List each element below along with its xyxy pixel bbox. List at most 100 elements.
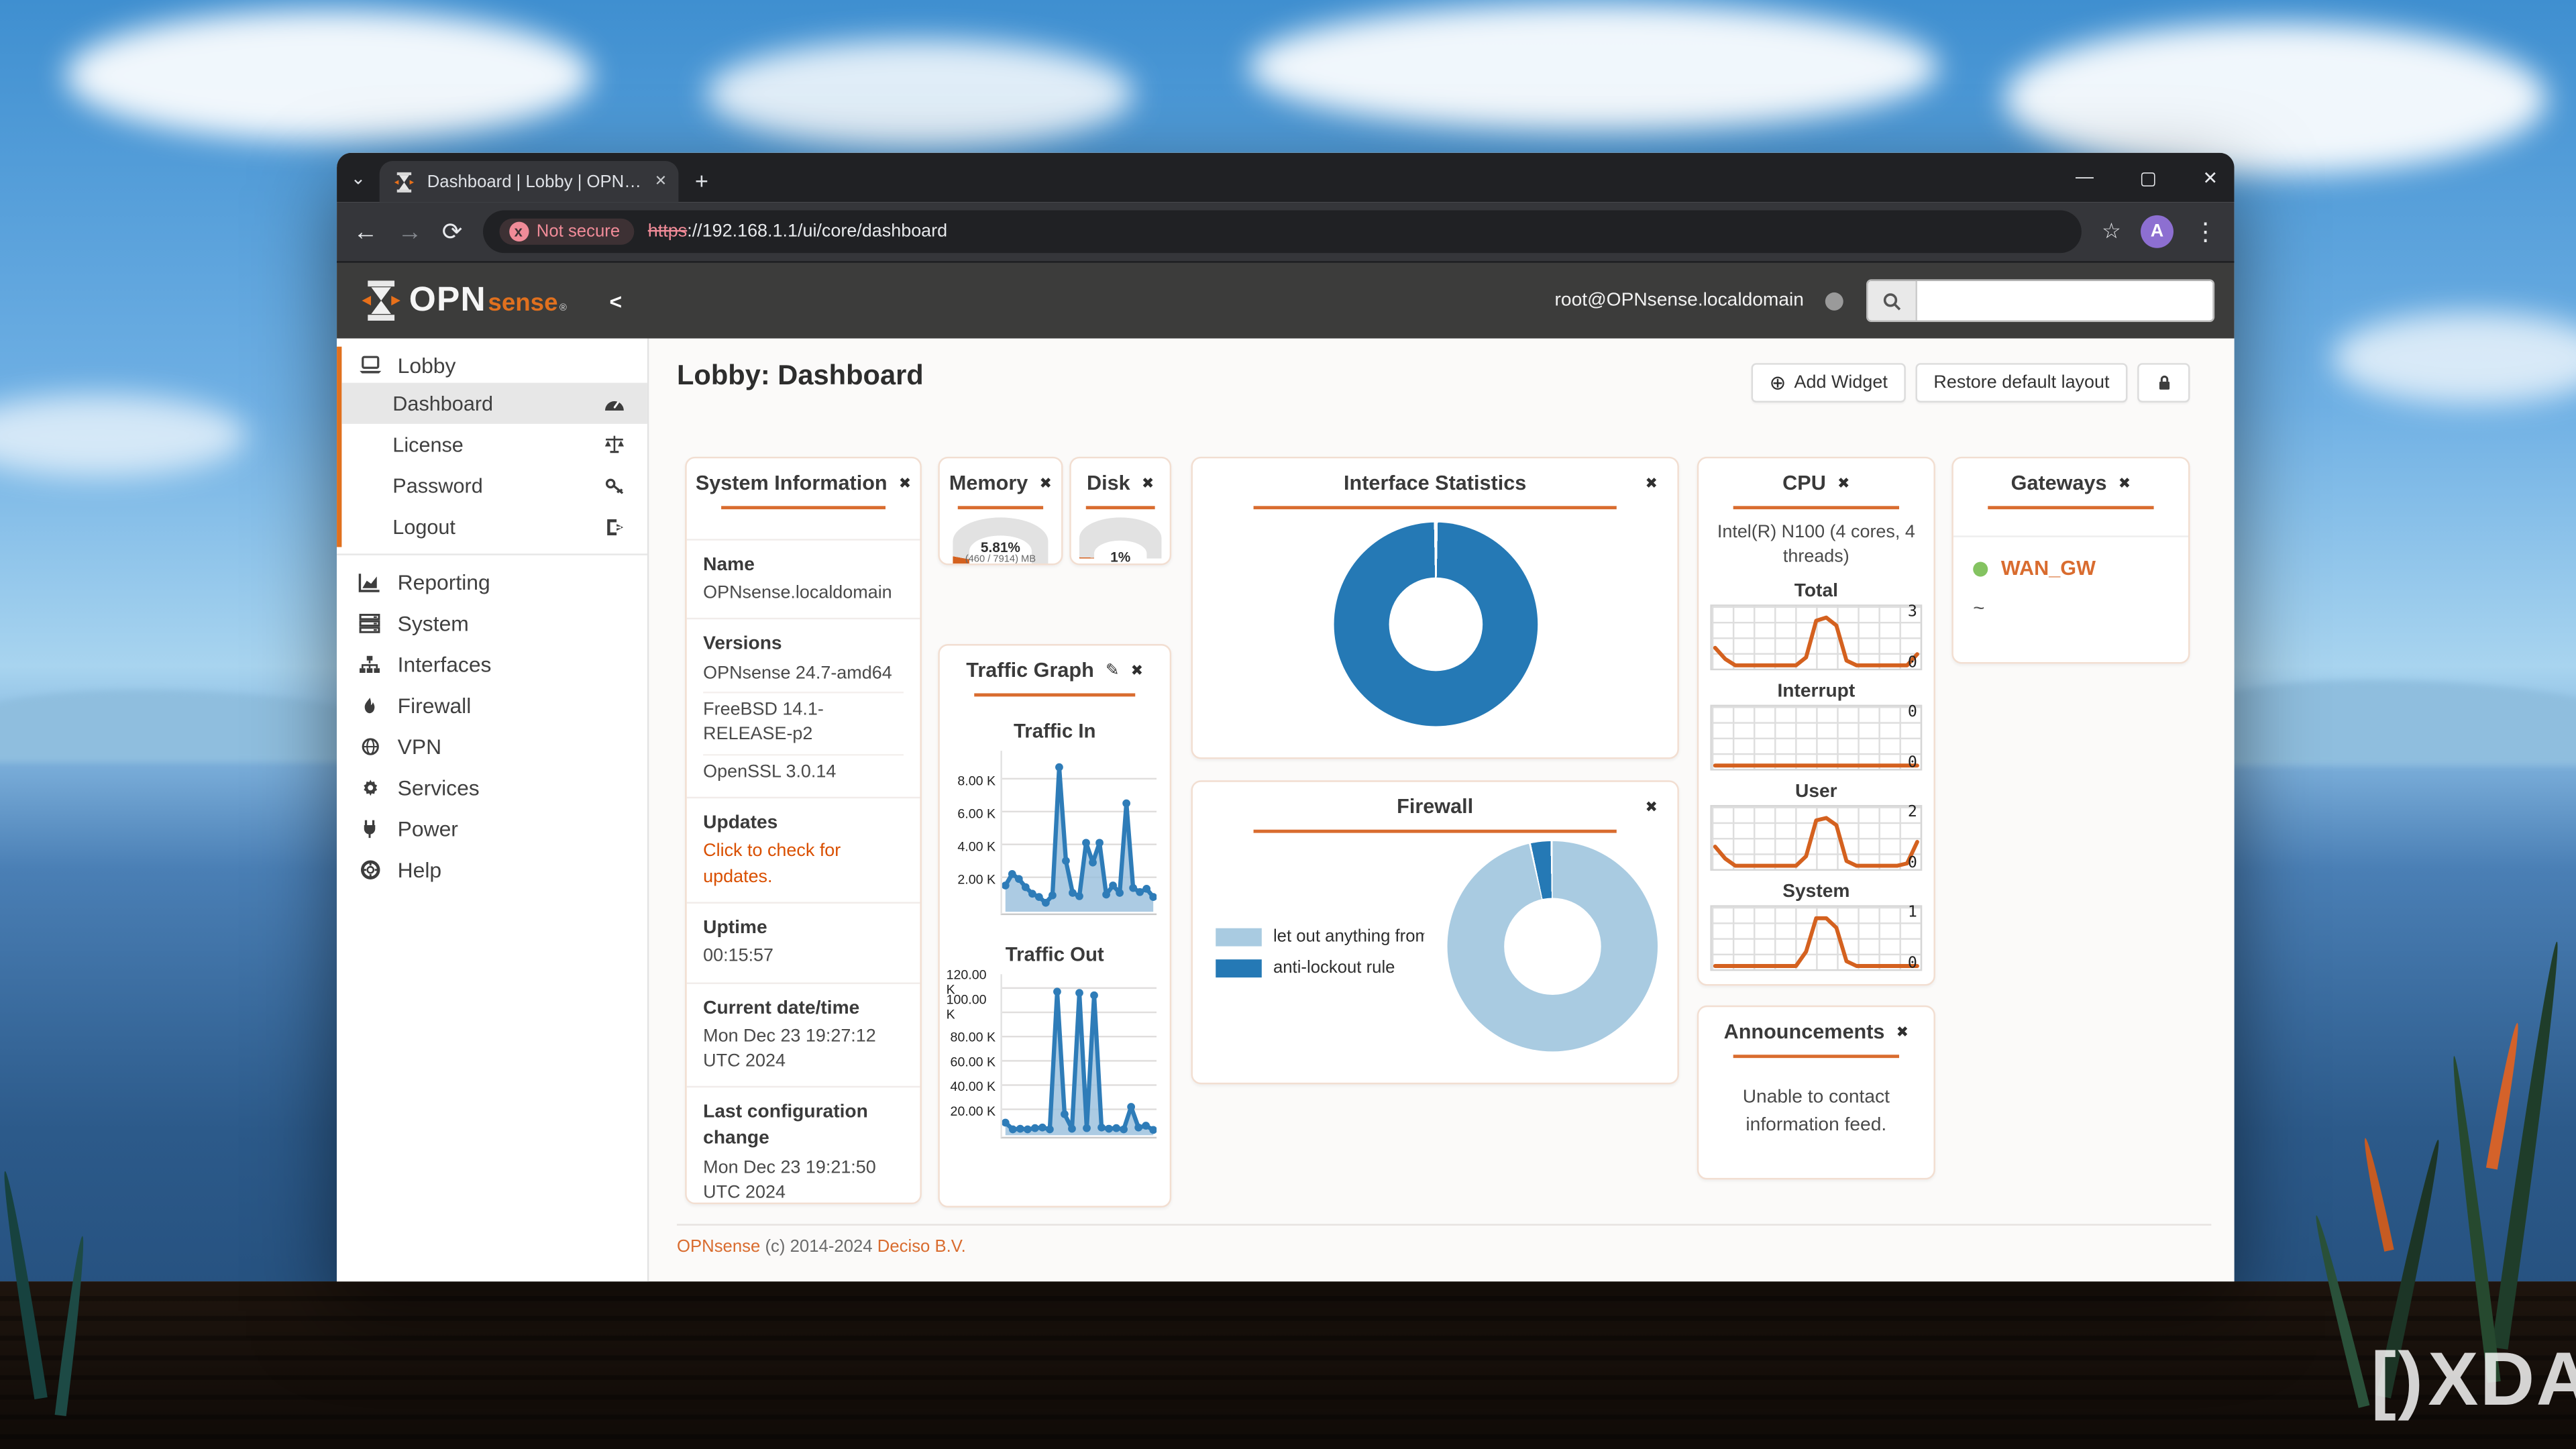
window-close-button[interactable]: ✕ <box>2203 167 2218 188</box>
browser-tab[interactable]: Dashboard | Lobby | OPNsense ✕ <box>379 160 679 203</box>
area-chart-icon <box>356 572 382 593</box>
cpu-section-title: Total <box>1794 581 1838 601</box>
disk-percent: 1% <box>1110 548 1131 566</box>
widget-memory: Memory ✖ 5.81% (460 / 7914) MB <box>938 456 1063 566</box>
traffic-in-title: Traffic In <box>1013 719 1096 743</box>
check-updates-link[interactable]: Click to check for updates. <box>703 840 904 890</box>
sitemap-icon <box>356 654 382 676</box>
xda-watermark: [) XDA <box>2371 1336 2576 1421</box>
cpu-section-title: System <box>1782 881 1850 902</box>
laptop-icon <box>356 355 382 374</box>
widget-title: Interface Statistics <box>1344 471 1527 495</box>
tab-title: Dashboard | Lobby | OPNsense <box>427 171 645 192</box>
tab-close-icon[interactable]: ✕ <box>655 172 667 191</box>
deciso-link[interactable]: Deciso B.V. <box>877 1237 966 1256</box>
cpu-user-chart: 20 <box>1710 803 1923 872</box>
tab-search-chevron-icon[interactable]: ⌄ <box>337 168 380 202</box>
sidebar-item-reporting[interactable]: Reporting <box>337 562 647 603</box>
gateway-detail: ~ <box>1973 596 1985 620</box>
sidebar: Lobby Dashboard License Password Logout … <box>337 338 649 1282</box>
sidebar-collapse-icon[interactable]: < <box>610 288 623 313</box>
back-icon[interactable]: ← <box>354 217 378 246</box>
add-widget-button[interactable]: ⊕ Add Widget <box>1751 363 1906 402</box>
bookmark-star-icon[interactable]: ☆ <box>2102 219 2121 245</box>
sidebar-item-label: Password <box>392 474 483 497</box>
close-icon[interactable]: ✖ <box>1837 474 1849 492</box>
sidebar-item-label: System <box>397 611 469 636</box>
gateway-name-link[interactable]: WAN_GW <box>2001 557 2096 580</box>
sysinfo-row: Last configuration change Mon Dec 23 19:… <box>686 1086 920 1203</box>
new-tab-button[interactable]: + <box>695 168 708 202</box>
sidebar-item-license[interactable]: License <box>341 424 647 465</box>
widget-firewall: Firewall ✖ let out anything from f anti-l… <box>1191 780 1679 1085</box>
gateway-status-dot <box>1973 561 1988 576</box>
sysinfo-row: Versions OPNsense 24.7-amd64 FreeBSD 14.… <box>686 619 920 797</box>
sidebar-item-power[interactable]: Power <box>337 808 647 849</box>
lock-layout-button[interactable] <box>2137 363 2190 402</box>
close-icon[interactable]: ✖ <box>899 474 911 492</box>
not-secure-chip[interactable]: x Not secure <box>498 218 635 245</box>
logged-in-user: root@OPNsense.localdomain <box>1554 290 1804 311</box>
close-icon[interactable]: ✖ <box>1646 798 1658 816</box>
reed-orange <box>2360 1137 2394 1252</box>
close-icon[interactable]: ✖ <box>2118 474 2131 492</box>
reload-icon[interactable]: ⟳ <box>442 217 463 247</box>
disk-gauge: 1% <box>1079 517 1162 566</box>
cpu-system-chart: 10 <box>1710 903 1923 972</box>
close-icon[interactable]: ✖ <box>1646 474 1658 492</box>
sysinfo-row: Name OPNsense.localdomain <box>686 539 920 619</box>
forward-icon[interactable]: → <box>398 217 423 246</box>
dock-planks <box>0 1281 2576 1449</box>
lock-icon <box>2151 373 2177 392</box>
sidebar-item-label: Logout <box>392 515 455 539</box>
address-bar[interactable]: x Not secure https://192.168.1.1/ui/core… <box>482 210 2082 254</box>
search-input[interactable] <box>1917 280 2213 321</box>
sidebar-item-system[interactable]: System <box>337 603 647 644</box>
edit-pencil-icon[interactable]: ✎ <box>1106 661 1120 680</box>
sidebar-item-label: Lobby <box>397 352 456 378</box>
widget-title: Announcements <box>1723 1020 1885 1044</box>
widget-title: CPU <box>1782 471 1826 495</box>
close-icon[interactable]: ✖ <box>1131 661 1143 680</box>
not-secure-icon: x <box>508 221 529 241</box>
memory-detail: (460 / 7914) MB <box>965 555 1036 566</box>
opnsense-link[interactable]: OPNsense <box>677 1237 760 1256</box>
sysinfo-row: Current date/time Mon Dec 23 19:27:12 UT… <box>686 981 920 1086</box>
sidebar-item-label: Firewall <box>397 693 472 718</box>
traffic-in-chart: 2.00 K 4.00 K 6.00 K 8.00 K <box>947 751 1157 916</box>
sidebar-item-password[interactable]: Password <box>341 465 647 506</box>
sidebar-item-logout[interactable]: Logout <box>341 506 647 547</box>
legend-label: anti-lockout rule <box>1273 957 1395 978</box>
cloud <box>2332 312 2576 405</box>
opnsense-favicon <box>391 170 417 193</box>
browser-window: ⌄ Dashboard | Lobby | OPNsense ✕ + — ▢ ✕… <box>337 152 2235 1282</box>
desktop: [)XDA ⌄ Dashboard | Lobby | OPNsense ✕ +… <box>0 0 2576 1449</box>
legend-swatch <box>1216 958 1262 977</box>
sidebar-item-dashboard[interactable]: Dashboard <box>341 382 647 424</box>
sidebar-item-label: VPN <box>397 734 442 759</box>
scale-icon <box>601 434 627 455</box>
widget-title: Traffic Graph <box>966 659 1094 682</box>
sidebar-item-lobby[interactable]: Lobby <box>341 347 647 383</box>
cpu-model: Intel(R) N100 (4 cores, 4 threads) <box>1717 522 1915 567</box>
restore-layout-label: Restore default layout <box>1933 372 2110 393</box>
sidebar-item-firewall[interactable]: Firewall <box>337 685 647 726</box>
opnsense-logo-icon <box>360 279 402 322</box>
browser-menu-icon[interactable]: ⋮ <box>2193 217 2218 247</box>
plug-icon <box>356 818 382 840</box>
key-icon <box>601 476 627 495</box>
close-icon[interactable]: ✖ <box>1142 474 1154 492</box>
memory-percent: 5.81% <box>980 539 1020 555</box>
sidebar-item-vpn[interactable]: VPN <box>337 726 647 767</box>
restore-layout-button[interactable]: Restore default layout <box>1915 363 2128 402</box>
profile-avatar[interactable]: A <box>2141 215 2174 248</box>
sidebar-item-interfaces[interactable]: Interfaces <box>337 644 647 685</box>
window-maximize-button[interactable]: ▢ <box>2139 167 2156 188</box>
sidebar-item-services[interactable]: Services <box>337 767 647 808</box>
url-text: https://192.168.1.1/ui/core/dashboard <box>647 221 948 241</box>
close-icon[interactable]: ✖ <box>1896 1022 1909 1040</box>
window-minimize-button[interactable]: — <box>2076 168 2094 187</box>
sidebar-group-lobby: Lobby Dashboard License Password Logout <box>337 346 647 547</box>
close-icon[interactable]: ✖ <box>1039 474 1051 492</box>
sidebar-item-help[interactable]: Help <box>337 849 647 890</box>
